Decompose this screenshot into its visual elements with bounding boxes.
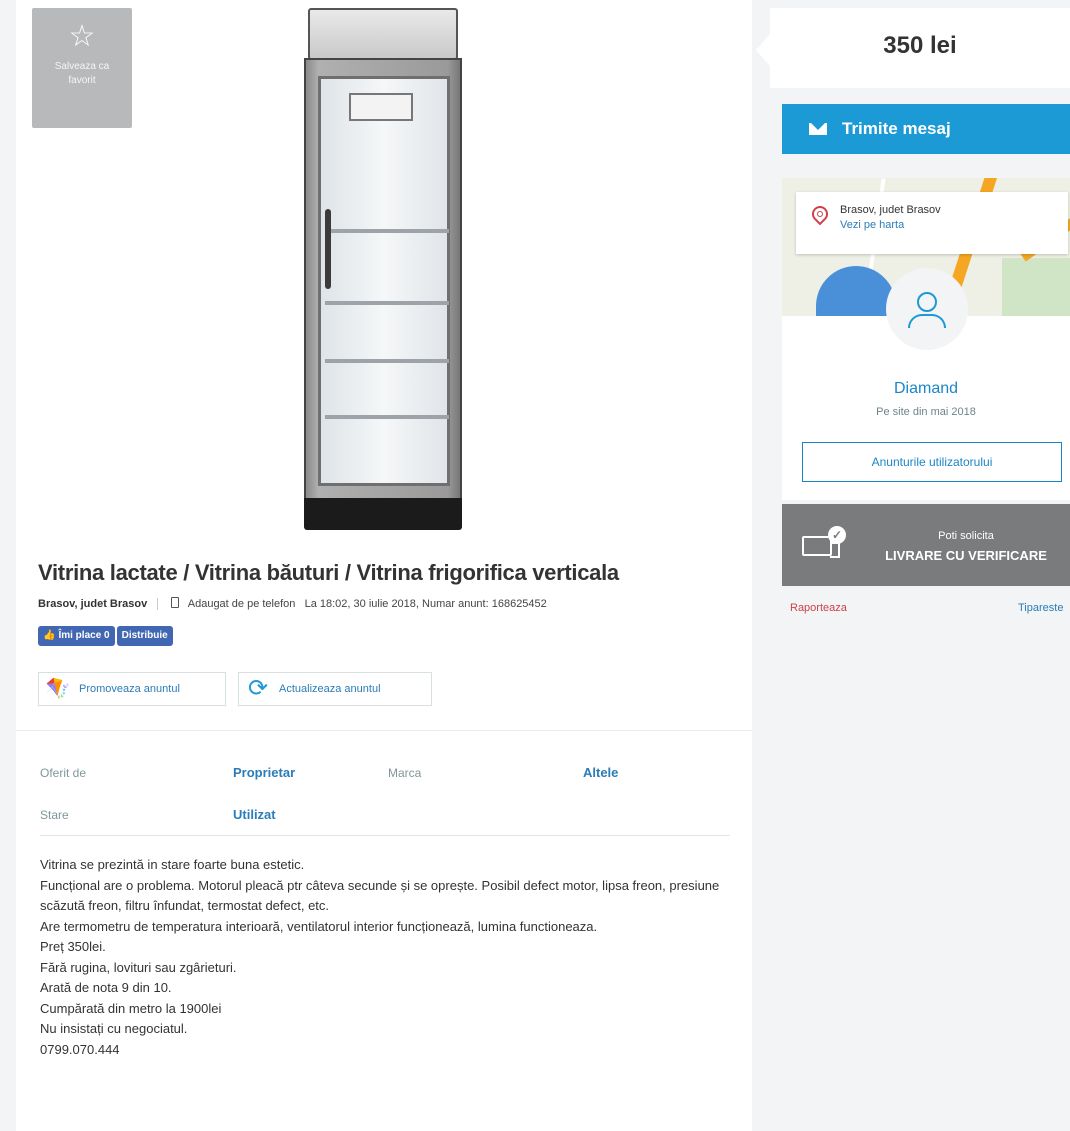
kite-icon: 🪁 <box>45 678 71 700</box>
map-pin-icon <box>808 202 832 226</box>
update-button[interactable]: ⟳ Actualizeaza anuntul <box>238 672 432 706</box>
added-at: La 18:02, 30 iulie 2018, Numar anunt: 16… <box>304 598 547 610</box>
param-value-offered-by[interactable]: Proprietar <box>233 765 295 780</box>
description-line: Preț 350lei. <box>40 939 106 954</box>
print-link[interactable]: Tipareste <box>1018 602 1063 614</box>
description-line: 0799.070.444 <box>40 1041 120 1057</box>
check-icon: ✓ <box>828 526 846 544</box>
ad-location: Brasov, judet Brasov <box>38 598 159 610</box>
favorite-button[interactable]: ☆ Salveaza ca favorit <box>32 8 132 128</box>
param-value-brand[interactable]: Altele <box>583 765 618 780</box>
ad-description: Vitrina se prezintă in stare foarte buna… <box>40 855 740 1060</box>
divider <box>16 730 752 731</box>
facebook-share-button[interactable]: Distribuie <box>116 626 173 646</box>
page: ☆ Salveaza ca favorit Vitrina lactate / … <box>0 0 1070 1131</box>
ad-params: Oferit de Proprietar Marca Altele Stare … <box>40 762 730 846</box>
facebook-like-label: Îmi place 0 <box>58 630 110 641</box>
facebook-like-button[interactable]: 👍 Îmi place 0 <box>38 626 115 646</box>
description-line: Arată de nota 9 din 10. <box>40 980 172 995</box>
param-label-offered-by: Oferit de <box>40 766 87 780</box>
map-location: Brasov, judet Brasov <box>840 204 941 216</box>
seller-since: Pe site din mai 2018 <box>876 406 976 418</box>
description-line: Funcțional are o problema. Motorul pleac… <box>40 877 720 914</box>
seller-card: Brasov, judet Brasov Vezi pe harta Diama… <box>782 178 1070 500</box>
delivery-banner[interactable]: ✓ Poti solicita LIVRARE CU VERIFICARE <box>782 504 1070 586</box>
ad-meta: Brasov, judet Brasov Adaugat de pe telef… <box>38 597 547 610</box>
view-map-link[interactable]: Vezi pe harta <box>840 219 904 231</box>
user-icon <box>917 292 937 312</box>
delivery-small-label: Poti solicita <box>938 530 994 542</box>
description-line: Fără rugina, lovituri sau zgârieturi. <box>40 959 237 975</box>
location-popup: Brasov, judet Brasov Vezi pe harta <box>796 192 1068 254</box>
thumbs-up-icon: 👍 <box>43 630 56 641</box>
send-message-button[interactable]: Trimite mesaj <box>782 104 1070 154</box>
refresh-icon: ⟳ <box>247 675 269 702</box>
seller-name[interactable]: Diamand <box>782 380 1070 398</box>
promote-label: Promoveaza anuntul <box>79 683 180 695</box>
facebook-buttons: 👍 Îmi place 0 Distribuie <box>38 625 175 646</box>
avatar[interactable] <box>886 268 968 350</box>
param-label-state: Stare <box>40 808 69 822</box>
envelope-icon <box>809 123 827 135</box>
favorite-label: Salveaza ca favorit <box>54 61 110 86</box>
description-line: Vitrina se prezintă in stare foarte buna… <box>40 857 305 872</box>
update-label: Actualizeaza anuntul <box>279 683 381 695</box>
fridge-image <box>304 8 464 530</box>
phone-icon <box>171 597 180 608</box>
delivery-big-label: LIVRARE CU VERIFICARE <box>885 548 1047 563</box>
user-ads-button[interactable]: Anunturile utilizatorului <box>802 442 1062 482</box>
send-message-label: Trimite mesaj <box>842 119 951 138</box>
description-line: Nu insistați cu negociatul. <box>40 1021 188 1036</box>
price-box: 350 lei <box>756 8 1070 88</box>
added-from: Adaugat de pe telefon <box>187 598 296 610</box>
ad-card: ☆ Salveaza ca favorit Vitrina lactate / … <box>16 0 752 1131</box>
description-line: Cumpărată din metro la 1900lei <box>40 1000 222 1016</box>
promote-button[interactable]: 🪁 Promoveaza anuntul <box>38 672 226 706</box>
price: 350 lei <box>883 32 957 59</box>
ad-title: Vitrina lactate / Vitrina băuturi / Vitr… <box>38 560 619 585</box>
report-link[interactable]: Raporteaza <box>790 602 847 614</box>
ad-photo[interactable]: ☆ Salveaza ca favorit <box>16 0 752 545</box>
param-value-state[interactable]: Utilizat <box>233 807 276 822</box>
star-outline-icon: ☆ <box>68 20 96 53</box>
description-line: Are termometru de temperatura interioară… <box>40 918 598 934</box>
params-divider <box>40 835 730 836</box>
param-label-brand: Marca <box>388 766 422 780</box>
truck-icon <box>802 536 840 558</box>
